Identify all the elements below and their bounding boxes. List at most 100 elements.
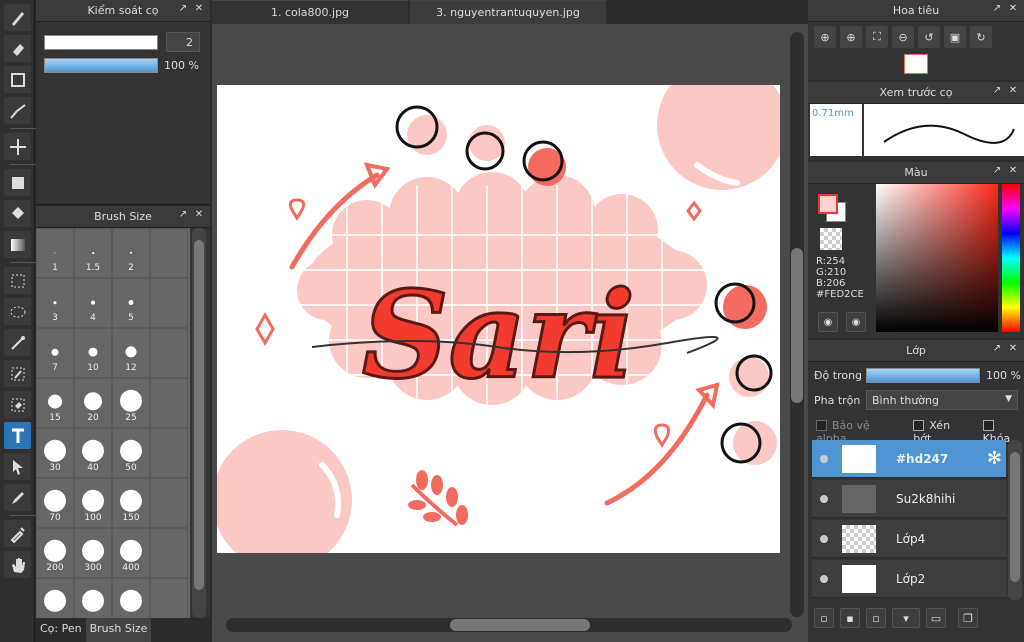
brush-size-cell-empty[interactable] [150, 278, 188, 328]
new-layer-button[interactable]: ▫ [814, 608, 834, 628]
zoom-actual-button[interactable]: ⊕ [814, 26, 836, 48]
brush-size-cell-empty[interactable] [150, 328, 188, 378]
rotate-left-button[interactable]: ↺ [918, 26, 940, 48]
brush-size-cell[interactable]: 300 [74, 528, 112, 578]
new-halftone-layer-button[interactable]: ▪ [840, 608, 860, 628]
drawing-canvas[interactable]: Sari [217, 85, 780, 553]
saturation-value-picker[interactable] [876, 184, 998, 332]
visibility-icon[interactable] [820, 574, 828, 583]
select-pen-tool[interactable] [4, 360, 31, 387]
operation-tool[interactable] [4, 453, 31, 480]
reset-view-button[interactable]: ▣ [944, 26, 966, 48]
rotate-right-button[interactable]: ↻ [970, 26, 992, 48]
brush-size-slider[interactable] [44, 34, 158, 50]
hue-slider[interactable] [1002, 184, 1020, 332]
close-icon[interactable]: ✕ [1008, 166, 1018, 176]
eraser-tool[interactable] [4, 35, 31, 62]
brush-size-cell-empty[interactable] [36, 578, 74, 618]
lasso-tool[interactable] [4, 298, 31, 325]
brush-size-cell[interactable]: 1.5 [74, 228, 112, 278]
canvas-horizontal-scrollbar[interactable] [226, 618, 792, 632]
new-folder-button[interactable]: ▭ [926, 608, 946, 628]
layer-opacity-slider[interactable] [866, 368, 980, 383]
close-icon[interactable]: ✕ [1008, 4, 1018, 14]
brush-size-scrollbar[interactable] [192, 228, 206, 618]
brush-opacity-slider[interactable] [44, 58, 158, 73]
brush-size-cell[interactable]: 10 [74, 328, 112, 378]
fit-button[interactable]: ⛶ [866, 26, 888, 48]
popout-icon[interactable]: ↗ [992, 86, 1002, 96]
tab-brush-pen[interactable]: Cọ: Pen [36, 618, 86, 642]
zoom-out-button[interactable]: ⊖ [892, 26, 914, 48]
close-icon[interactable]: ✕ [1008, 344, 1018, 354]
brush-size-cell-empty[interactable] [150, 378, 188, 428]
brush-size-cell[interactable]: 12 [112, 328, 150, 378]
move-tool[interactable] [4, 133, 31, 160]
select-eraser-tool[interactable] [4, 391, 31, 418]
brush-size-cell-empty[interactable] [150, 428, 188, 478]
layer-item[interactable]: Su2k8hihi [812, 480, 1006, 518]
brush-size-cell[interactable]: 20 [74, 378, 112, 428]
brush-size-cell[interactable]: 150 [112, 478, 150, 528]
close-icon[interactable]: ✕ [1008, 86, 1018, 96]
layer-item[interactable]: #hd247 ✻ [812, 440, 1006, 478]
canvas-vertical-scrollbar[interactable] [790, 32, 804, 617]
new-1bit-layer-button[interactable]: ▫ [866, 608, 886, 628]
brush-size-cell[interactable]: 30 [36, 428, 74, 478]
eyedropper-tool[interactable] [4, 520, 31, 547]
navigator-thumbnail[interactable] [904, 54, 928, 74]
tab-brush-size[interactable]: Brush Size [85, 618, 152, 642]
brush-size-cell[interactable]: 70 [36, 478, 74, 528]
brush-size-cell[interactable]: 50 [112, 428, 150, 478]
bucket-tool[interactable] [4, 200, 31, 227]
brush-size-cell[interactable]: 7 [36, 328, 74, 378]
visibility-icon[interactable] [820, 454, 828, 463]
text-tool[interactable] [4, 422, 31, 449]
dropper-pen-tool[interactable] [4, 484, 31, 511]
brush-size-cell[interactable]: 1 [36, 228, 74, 278]
brush-size-cell-empty[interactable] [150, 528, 188, 578]
brush-size-value[interactable]: 2 [166, 32, 200, 52]
color-picker-button[interactable]: ◉ [846, 312, 866, 332]
brush-size-cell-empty[interactable] [150, 228, 188, 278]
doc-tab-nguyentrantuquyen[interactable]: 3. nguyentrantuquyen.jpg [410, 0, 606, 24]
brush-size-cell[interactable]: 2 [112, 228, 150, 278]
layers-scrollbar[interactable] [1008, 440, 1022, 600]
popout-icon[interactable]: ↗ [992, 166, 1002, 176]
gear-icon[interactable]: ✻ [987, 448, 1002, 469]
layer-item[interactable]: Lớp2 [812, 560, 1006, 598]
foreground-color-swatch[interactable] [818, 194, 838, 214]
popout-icon[interactable]: ↗ [992, 344, 1002, 354]
zoom-in-button[interactable]: ⊕ [840, 26, 862, 48]
popout-icon[interactable]: ↗ [178, 4, 188, 14]
shape-tool[interactable] [4, 66, 31, 93]
blend-mode-select[interactable]: Bình thường ▼ [866, 390, 1018, 410]
close-icon[interactable]: ✕ [194, 210, 204, 220]
brush-size-cell[interactable]: 200 [36, 528, 74, 578]
transparent-swatch[interactable] [820, 228, 842, 250]
brush-size-cell[interactable]: 100 [74, 478, 112, 528]
popout-icon[interactable]: ↗ [992, 4, 1002, 14]
brush-size-cell[interactable]: 4 [74, 278, 112, 328]
add-layer-menu-button[interactable]: ▾ [892, 608, 920, 628]
brush-size-cell[interactable]: 40 [74, 428, 112, 478]
fill-rect-tool[interactable] [4, 169, 31, 196]
hand-tool[interactable] [4, 551, 31, 578]
visibility-icon[interactable] [820, 494, 828, 503]
palette-button[interactable]: ◉ [818, 312, 838, 332]
line-tool[interactable] [4, 97, 31, 124]
visibility-icon[interactable] [820, 534, 828, 543]
close-icon[interactable]: ✕ [194, 4, 204, 14]
brush-size-cell[interactable]: 3 [36, 278, 74, 328]
brush-size-cell[interactable]: 15 [36, 378, 74, 428]
layer-item[interactable]: Lớp4 [812, 520, 1006, 558]
brush-size-cell[interactable]: 25 [112, 378, 150, 428]
duplicate-layer-button[interactable]: ❐ [958, 608, 978, 628]
brush-size-cell-empty[interactable] [74, 578, 112, 618]
rect-select-tool[interactable] [4, 267, 31, 294]
magic-wand-tool[interactable] [4, 329, 31, 356]
brush-size-cell-empty[interactable] [150, 578, 188, 618]
doc-tab-cola800[interactable]: 1. cola800.jpg [212, 0, 408, 24]
brush-size-cell-empty[interactable] [112, 578, 150, 618]
gradient-tool[interactable] [4, 231, 31, 258]
